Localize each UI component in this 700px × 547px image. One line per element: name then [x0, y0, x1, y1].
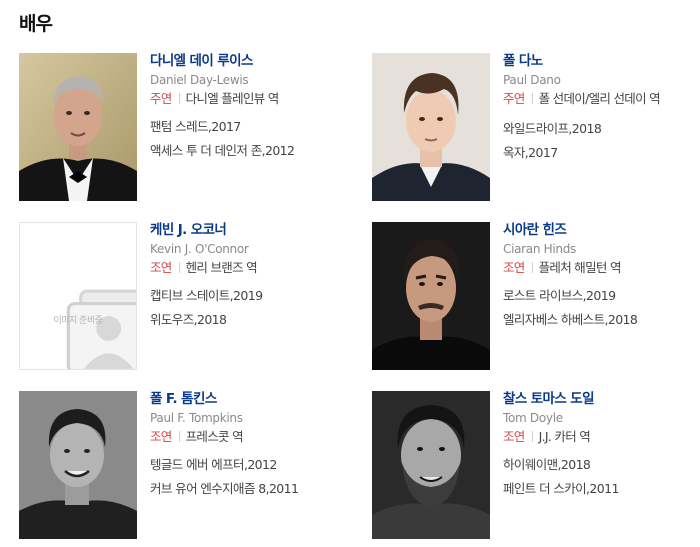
filmography-item[interactable]: 위도우즈,2018 [150, 308, 340, 332]
actor-english-name: Kevin J. O'Connor [150, 242, 249, 256]
actor-name-link[interactable]: 찰스 토마스 도일 [503, 391, 693, 409]
role-name: 플레처 해밀턴 역 [538, 260, 622, 275]
actor-info: 찰스 토마스 도일 Tom Doyle 조연 J.J. 카터 역 하이웨이맨,20… [503, 391, 693, 501]
actor-photo-image [372, 222, 490, 370]
actor-photo-image [19, 391, 137, 539]
filmography-item[interactable]: 옥자,2017 [503, 141, 693, 165]
filmography-item[interactable]: 로스트 라이브스,2019 [503, 284, 693, 308]
role-name: 다니엘 플레인뷰 역 [185, 91, 280, 106]
actor-photo-placeholder[interactable]: 이미지 준비중 [19, 222, 137, 370]
divider [531, 431, 533, 442]
filmography-item[interactable]: 캡티브 스테이트,2019 [150, 284, 340, 308]
actor-role-line: 조연 헨리 브랜즈 역 [150, 258, 340, 278]
filmography-item[interactable]: 하이웨이맨,2018 [503, 453, 693, 477]
section-title: 배우 [19, 13, 53, 35]
actor-name-link[interactable]: 다니엘 데이 루이스 [150, 53, 340, 71]
actor-info: 폴 다노 Paul Dano 주연 폴 선데이/엘리 선데이 역 와일드라이프,2… [503, 53, 693, 165]
filmography-item[interactable]: 텡글드 에버 에프터,2012 [150, 453, 340, 477]
divider [178, 431, 180, 442]
filmography-item[interactable]: 팬텀 스레드,2017 [150, 115, 340, 139]
filmography-list: 텡글드 에버 에프터,2012 커브 유어 엔수지애즘 8,2011 [150, 453, 340, 501]
actor-info: 시아란 힌즈 Ciaran Hinds 조연 플레처 해밀턴 역 로스트 라이브스… [503, 222, 693, 332]
actor-name-link[interactable]: 케빈 J. 오코너 [150, 222, 340, 240]
actor-english-name: Tom Doyle [503, 411, 563, 425]
actor-name-link[interactable]: 폴 다노 [503, 53, 693, 71]
role-type-badge: 주연 [150, 91, 172, 106]
actor-role-line: 조연 프레스콧 역 [150, 427, 340, 447]
actor-photo[interactable] [372, 222, 490, 370]
actor-role-line: 주연 다니엘 플레인뷰 역 [150, 89, 340, 109]
actor-card: 폴 F. 톰킨스 Paul F. Tompkins 조연 프레스콧 역 텡글드 에… [19, 391, 349, 541]
role-type-badge: 조연 [150, 429, 172, 444]
actor-photo-image [19, 53, 137, 201]
role-name: J.J. 카터 역 [538, 429, 591, 444]
filmography-list: 하이웨이맨,2018 페인트 더 스카이,2011 [503, 453, 693, 501]
actor-photo-image [372, 391, 490, 539]
divider [531, 262, 533, 273]
filmography-item[interactable]: 액세스 투 더 데인저 존,2012 [150, 139, 340, 163]
actor-role-line: 조연 J.J. 카터 역 [503, 427, 693, 447]
actor-photo[interactable] [372, 391, 490, 539]
actor-english-name: Daniel Day-Lewis [150, 73, 249, 87]
actor-info: 폴 F. 톰킨스 Paul F. Tompkins 조연 프레스콧 역 텡글드 에… [150, 391, 340, 501]
role-name: 폴 선데이/엘리 선데이 역 [538, 91, 661, 106]
actor-photo[interactable] [19, 391, 137, 539]
role-type-badge: 주연 [503, 91, 525, 106]
filmography-item[interactable]: 커브 유어 엔수지애즘 8,2011 [150, 477, 340, 501]
divider [178, 262, 180, 273]
actor-english-name: Paul Dano [503, 73, 561, 87]
actor-info: 케빈 J. 오코너 Kevin J. O'Connor 조연 헨리 브랜즈 역 캡… [150, 222, 340, 332]
actor-card: 이미지 준비중 케빈 J. 오코너 Kevin J. O'Connor 조연 헨리… [19, 222, 349, 372]
actor-card: 시아란 힌즈 Ciaran Hinds 조연 플레처 해밀턴 역 로스트 라이브스… [372, 222, 700, 372]
actor-name-link[interactable]: 폴 F. 톰킨스 [150, 391, 340, 409]
role-name: 프레스콧 역 [185, 429, 244, 444]
filmography-item[interactable]: 와일드라이프,2018 [503, 117, 693, 141]
actor-role-line: 조연 플레처 해밀턴 역 [503, 258, 693, 278]
actor-english-name: Ciaran Hinds [503, 242, 577, 256]
filmography-item[interactable]: 엘리자베스 하베스트,2018 [503, 308, 693, 332]
actor-card: 다니엘 데이 루이스 Daniel Day-Lewis 주연 다니엘 플레인뷰 역… [19, 53, 349, 203]
divider [531, 93, 533, 104]
filmography-list: 팬텀 스레드,2017 액세스 투 더 데인저 존,2012 [150, 115, 340, 163]
role-type-badge: 조연 [503, 429, 525, 444]
actor-role-line: 주연 폴 선데이/엘리 선데이 역 [503, 89, 693, 109]
actor-photo[interactable] [19, 53, 137, 201]
actor-english-name: Paul F. Tompkins [150, 411, 243, 425]
role-name: 헨리 브랜즈 역 [185, 260, 258, 275]
filmography-list: 와일드라이프,2018 옥자,2017 [503, 117, 693, 165]
actor-card: 찰스 토마스 도일 Tom Doyle 조연 J.J. 카터 역 하이웨이맨,20… [372, 391, 700, 541]
actor-info: 다니엘 데이 루이스 Daniel Day-Lewis 주연 다니엘 플레인뷰 역… [150, 53, 340, 163]
actor-photo-image [372, 53, 490, 201]
actor-photo[interactable] [372, 53, 490, 201]
role-type-badge: 조연 [503, 260, 525, 275]
divider [178, 93, 180, 104]
role-type-badge: 조연 [150, 260, 172, 275]
actor-card: 폴 다노 Paul Dano 주연 폴 선데이/엘리 선데이 역 와일드라이프,2… [372, 53, 700, 203]
placeholder-box: 이미지 준비중 [20, 223, 136, 369]
filmography-list: 로스트 라이브스,2019 엘리자베스 하베스트,2018 [503, 284, 693, 332]
filmography-item[interactable]: 페인트 더 스카이,2011 [503, 477, 693, 501]
actor-name-link[interactable]: 시아란 힌즈 [503, 222, 693, 240]
placeholder-text: 이미지 준비중 [53, 316, 103, 326]
filmography-list: 캡티브 스테이트,2019 위도우즈,2018 [150, 284, 340, 332]
